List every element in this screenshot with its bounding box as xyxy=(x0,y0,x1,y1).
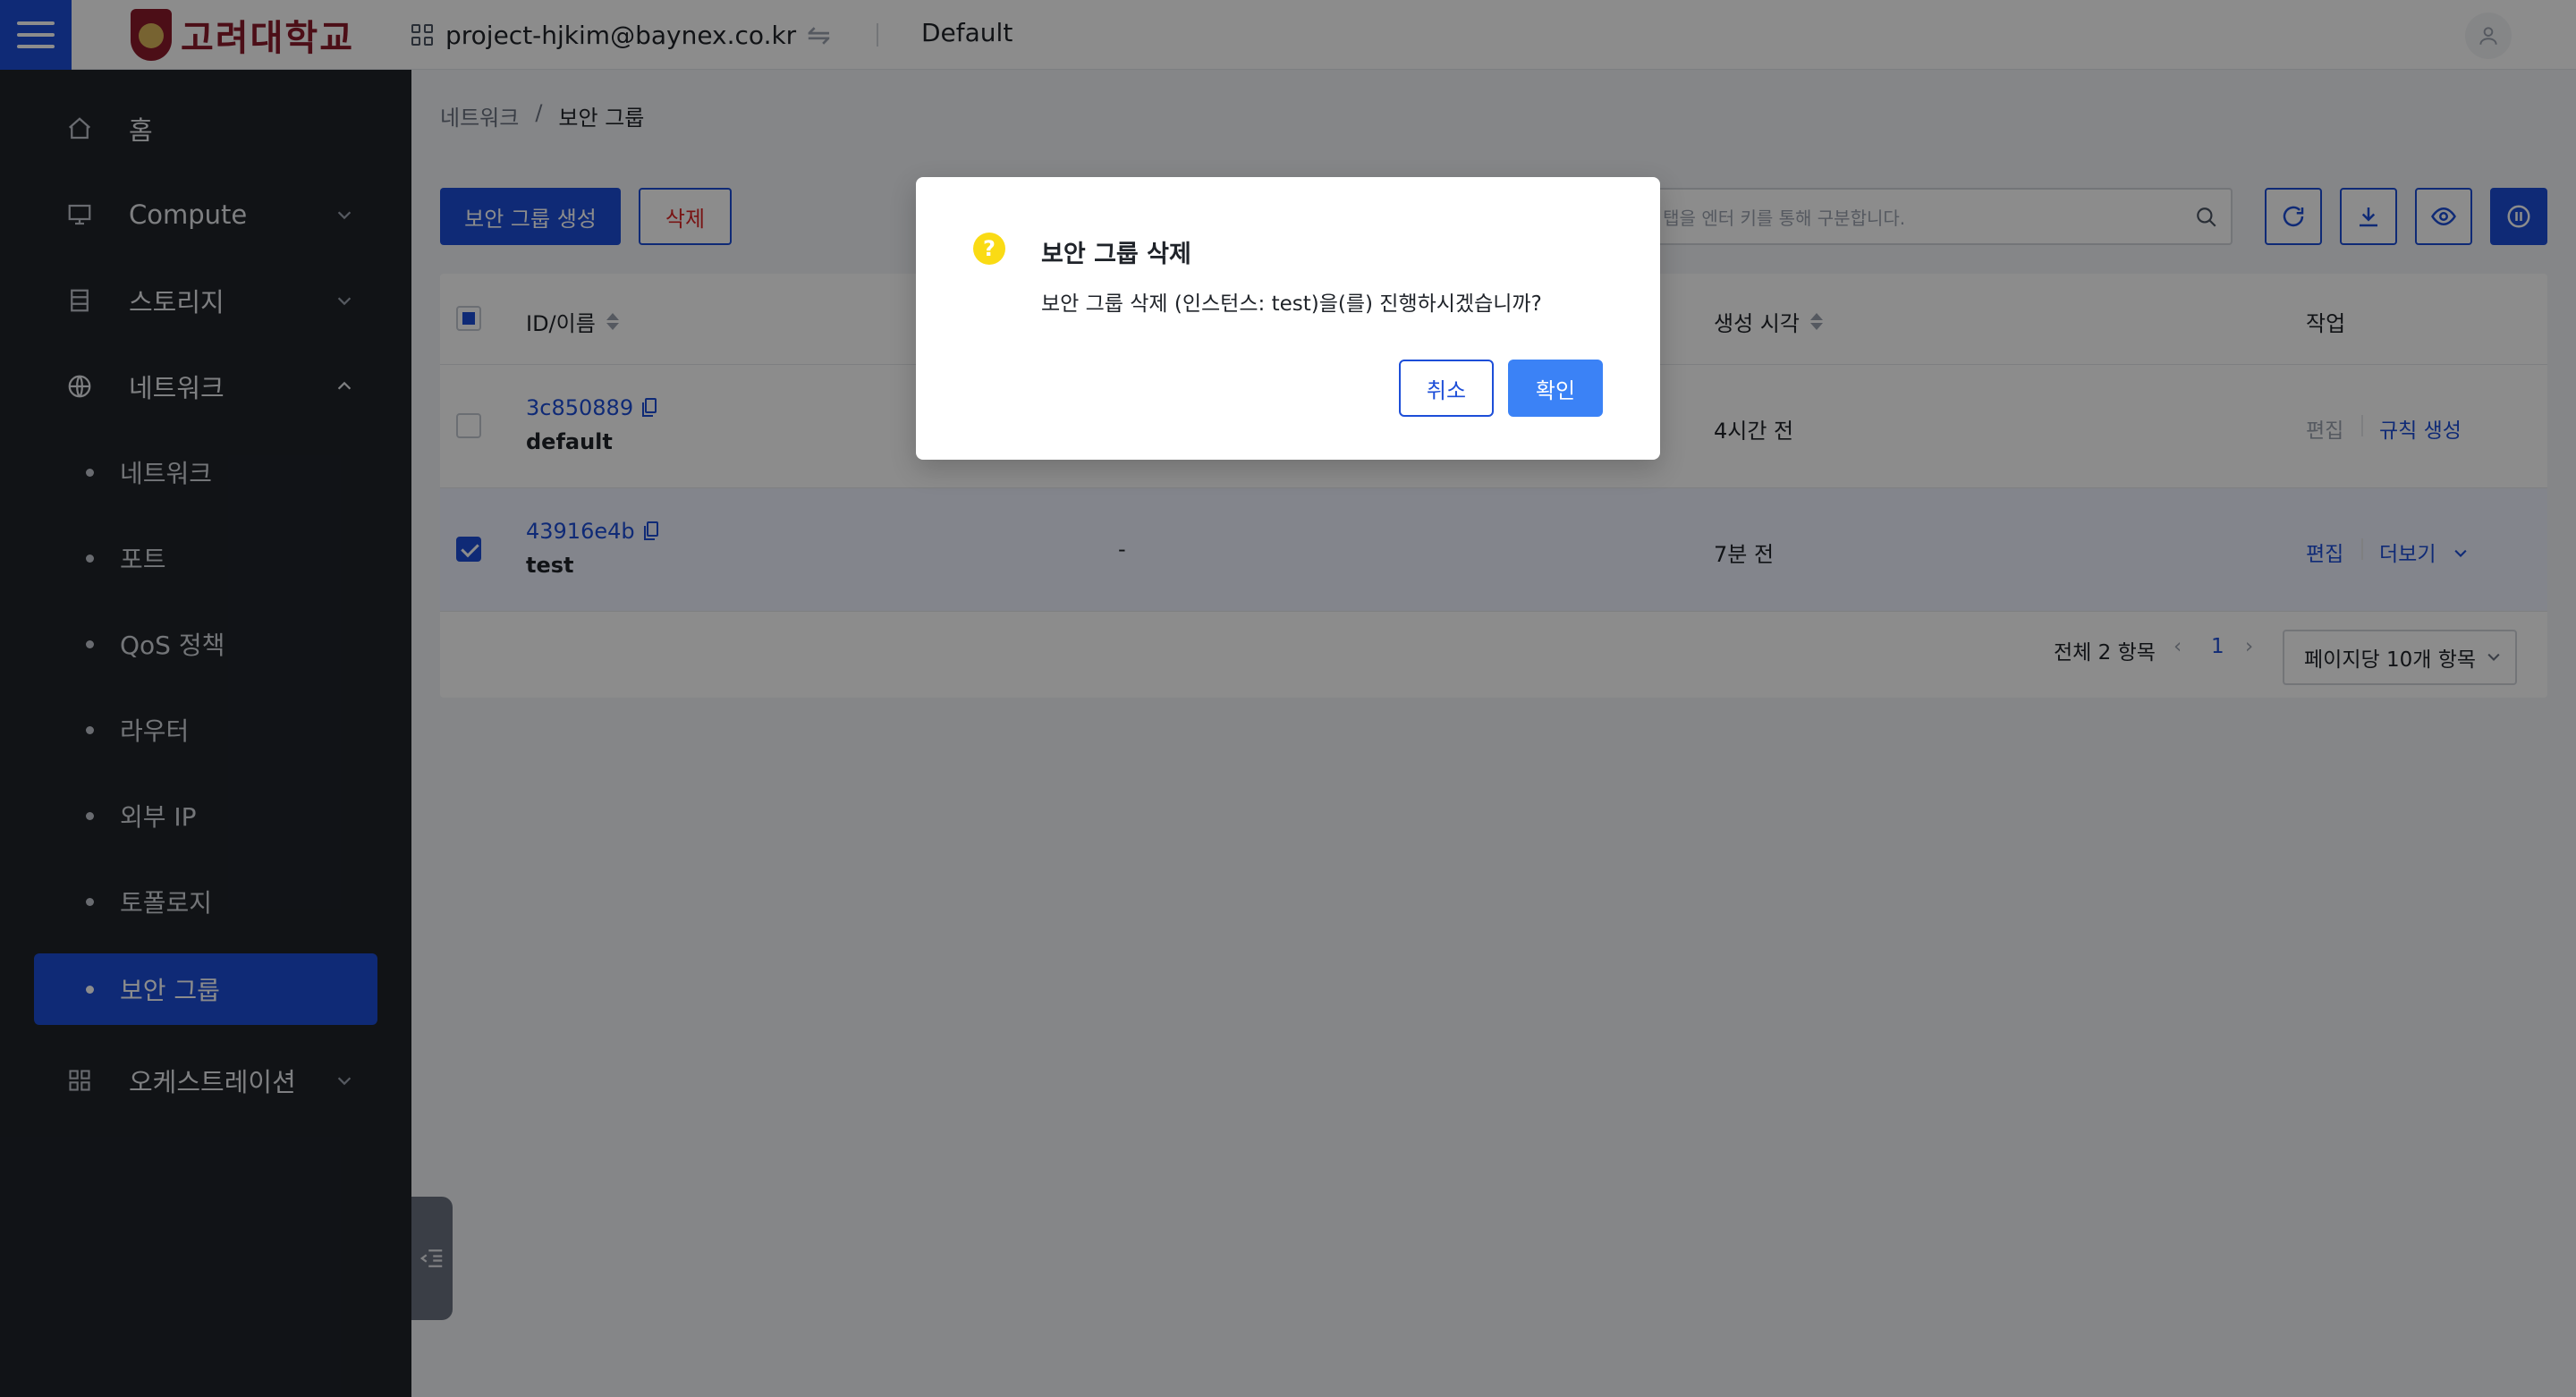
confirm-button[interactable]: 확인 xyxy=(1508,360,1603,417)
dialog-title: 보안 그룹 삭제 xyxy=(1041,241,1191,268)
question-icon: ? xyxy=(973,233,1005,265)
confirm-delete-dialog: ? 보안 그룹 삭제 보안 그룹 삭제 (인스턴스: test)을(를) 진행하… xyxy=(916,177,1660,460)
cancel-button[interactable]: 취소 xyxy=(1399,360,1494,417)
dialog-message: 보안 그룹 삭제 (인스턴스: test)을(를) 진행하시겠습니까? xyxy=(1041,292,1542,316)
